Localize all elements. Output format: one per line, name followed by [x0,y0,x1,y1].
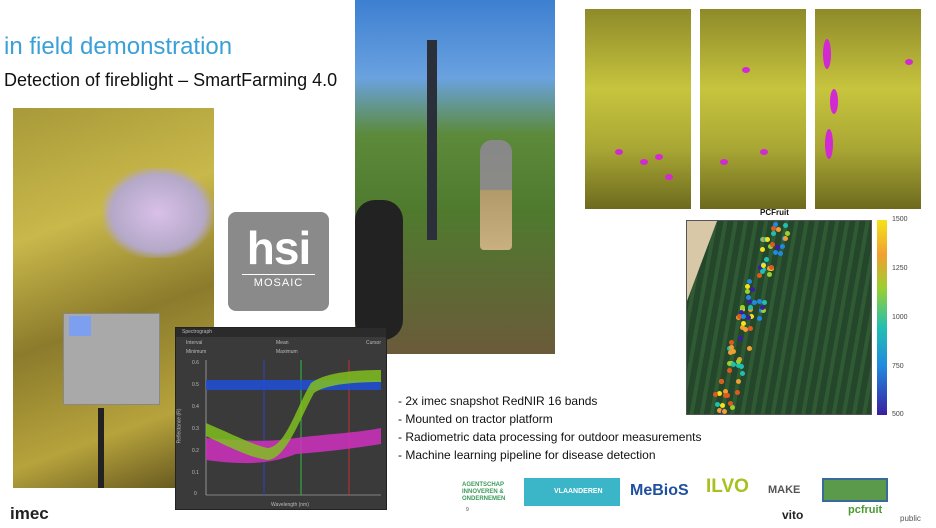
colorbar-tick: 750 [892,363,904,370]
map-dot [740,314,746,320]
map-dot [747,326,753,332]
y-tick: 0.5 [192,382,199,388]
bullet-item: - Mounted on tractor platform [398,412,553,426]
spectrograph-window: Spectrograph Interval Mean Cursor Minimu… [175,327,387,510]
hsi-mosaic-logo: hsi MOSAIC [228,212,329,311]
map-dot [725,393,731,399]
colorbar-tick: 1500 [892,216,908,223]
colorbar-tick: 500 [892,411,904,418]
colorbar-tick: 1250 [892,265,908,272]
y-tick: 0.1 [192,470,199,476]
map-colorbar [877,220,887,415]
y-tick: 0.6 [192,360,199,366]
bullet-list: - 2x imec snapshot RedNIR 16 bands - Mou… [398,392,701,464]
map-dot [745,294,751,300]
map-dot [760,246,766,252]
y-tick: 0.3 [192,426,199,432]
map-dot [735,378,741,384]
bullet-item: - Radiometric data processing for outdoo… [398,430,702,444]
map-dot [775,245,781,251]
map-dot [739,363,745,369]
map-dot [740,321,746,327]
map-dot [749,286,755,292]
logo-mebios: MeBioS [630,482,689,499]
map-dot [729,339,735,345]
map-dot [784,230,790,236]
bullet-item: - 2x imec snapshot RedNIR 16 bands [398,394,598,408]
map-dot [739,304,745,310]
map-dot [727,400,733,406]
x-axis-label: Wavelength (nm) [271,502,309,508]
logo-ilvo: ILVO [706,476,749,497]
map-dot [719,378,725,384]
map-dot [782,222,788,228]
map-dot [728,349,734,355]
map-dot [729,404,735,410]
map-dot [770,230,776,236]
spectrograph-plot [205,360,381,496]
map-dot [761,300,767,306]
y-tick: 0.4 [192,404,199,410]
map-dot [764,237,770,243]
slide-subtitle: Detection of fireblight – SmartFarming 4… [4,70,338,90]
imec-logo: imec [10,504,49,523]
map-dot [756,273,762,279]
page-number: 9 [466,507,469,513]
map-dot [740,370,746,376]
map-dot [779,243,785,249]
map-dot [726,367,732,373]
logo-vito: vito [782,508,804,522]
map-dot [735,358,741,364]
map-dot [745,315,751,321]
map-dot [767,272,773,278]
logo-make: MAKE [768,484,801,496]
map-dot [721,409,727,415]
y-tick: 0 [194,491,197,497]
logo-pcfruit: pcfruit [848,504,883,516]
map-dot [717,391,723,397]
logo-smartfarming [822,478,888,502]
map-dot [713,392,719,398]
logo-vlaio: AGENTSCHAP INNOVEREN & ONDERNEMEN [462,482,506,502]
map-dot [734,389,740,395]
map-dot [776,226,782,232]
slide-title: in field demonstration [4,33,233,60]
tractor-platform-photo [355,0,555,354]
colorbar-tick: 1000 [892,314,908,321]
y-tick: 0.2 [192,448,199,454]
bullet-item: - Machine learning pipeline for disease … [398,448,656,462]
crop-image-2 [700,9,806,209]
map-dot [719,403,725,409]
map-dot [757,315,763,321]
map-dot [777,251,783,257]
map-dot [738,335,744,341]
y-axis-label: Reflectance (R) [176,408,183,444]
logo-vlaanderen: VLAANDEREN [524,478,620,506]
orchard-disease-map [686,220,872,415]
map-dot [747,304,753,310]
classification-label: public [900,514,921,523]
map-dot [751,299,757,305]
crop-image-3 [815,9,921,209]
map-title: PCFruit [760,208,789,217]
map-dot [746,346,752,352]
crop-image-1 [585,9,691,209]
map-dot [782,236,788,242]
